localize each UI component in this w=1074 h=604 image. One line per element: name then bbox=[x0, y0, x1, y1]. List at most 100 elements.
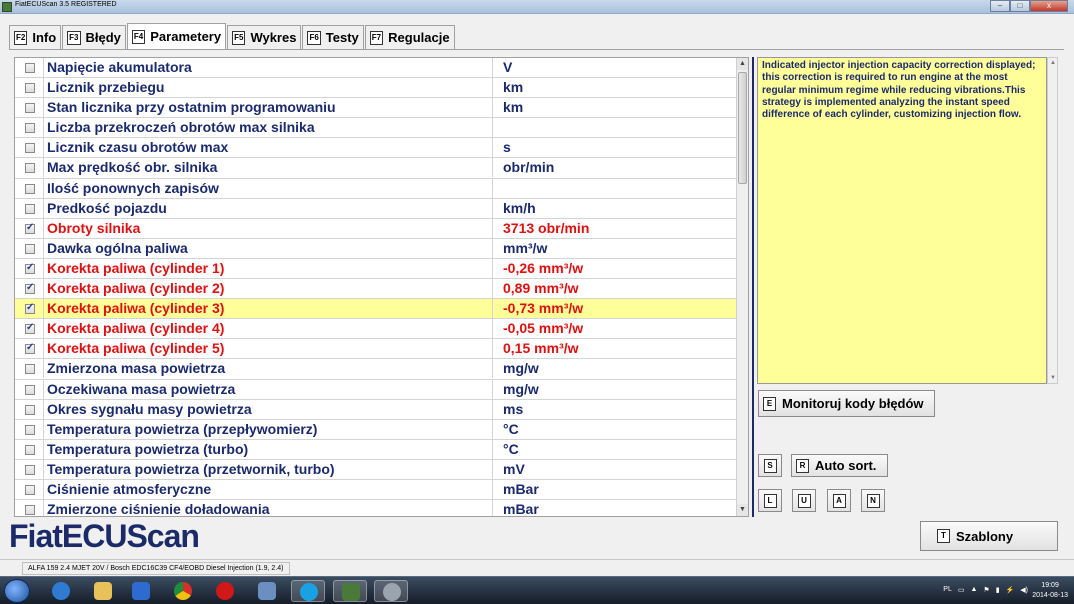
flag-icon[interactable]: ⚑ bbox=[983, 586, 989, 594]
parameter-checkbox[interactable] bbox=[25, 83, 35, 94]
maximize-button[interactable]: □ bbox=[1010, 0, 1030, 12]
parameter-checkbox[interactable] bbox=[25, 123, 35, 134]
parameter-value: km/h bbox=[503, 199, 536, 216]
parameter-checkbox[interactable] bbox=[25, 505, 35, 516]
n-button[interactable]: N bbox=[861, 489, 885, 512]
desc-scroll-up-icon[interactable]: ▲ bbox=[1048, 60, 1058, 66]
tray-clock[interactable]: 19:09 2014-08-13 bbox=[1032, 581, 1068, 601]
tab-parametery[interactable]: F4 Parametery bbox=[126, 23, 227, 49]
parameter-row[interactable]: Okres sygnału masy powietrza ms bbox=[15, 399, 748, 420]
parameter-checkbox[interactable] bbox=[25, 444, 35, 455]
a-button[interactable]: A bbox=[827, 489, 851, 512]
skype-taskbar-icon[interactable] bbox=[291, 580, 325, 602]
panel-splitter[interactable] bbox=[752, 57, 754, 517]
parameter-row[interactable]: Korekta paliwa (cylinder 5) 0,15 mm³/w bbox=[15, 339, 748, 360]
parameter-checkbox[interactable] bbox=[25, 464, 35, 475]
u-button[interactable]: U bbox=[792, 489, 816, 512]
tab-b-dy[interactable]: F3 Błędy bbox=[62, 25, 126, 49]
parameter-row[interactable]: Temperatura powietrza (przepływomierz) °C bbox=[15, 419, 748, 440]
parameter-row[interactable]: Ilość ponownych zapisów bbox=[15, 178, 748, 199]
chrome-taskbar-icon[interactable] bbox=[166, 580, 200, 602]
tab-regulacje[interactable]: F7 Regulacje bbox=[364, 25, 455, 49]
network-taskbar-icon[interactable] bbox=[250, 580, 284, 602]
parameter-checkbox[interactable] bbox=[25, 484, 35, 495]
parameter-value: km bbox=[503, 79, 524, 96]
ie-taskbar-icon[interactable] bbox=[44, 580, 78, 602]
parameter-checkbox[interactable] bbox=[25, 143, 35, 154]
parameter-row[interactable]: Obroty silnika 3713 obr/min bbox=[15, 218, 748, 239]
parameter-checkbox[interactable] bbox=[25, 302, 35, 315]
parameter-row[interactable]: Korekta paliwa (cylinder 1) -0,26 mm³/w bbox=[15, 258, 748, 280]
status-bar: ALFA 159 2.4 MJET 20V / Bosch EDC16C39 C… bbox=[0, 559, 1074, 576]
tray-expand-icon[interactable]: ▲ bbox=[970, 586, 977, 594]
l-button[interactable]: L bbox=[758, 489, 782, 512]
parameter-name: Predkość pojazdu bbox=[43, 198, 493, 218]
monitor-error-codes-button[interactable]: E Monitoruj kody błędów bbox=[758, 390, 935, 417]
parameter-row[interactable]: Liczba przekroczeń obrotów max silnika bbox=[15, 118, 748, 139]
language-indicator[interactable]: PL bbox=[943, 586, 952, 594]
parameter-row[interactable]: Temperatura powietrza (turbo) °C bbox=[15, 439, 748, 460]
keyboard-icon[interactable]: ▭ bbox=[958, 586, 965, 594]
parameter-row[interactable]: Stan licznika przy ostatnim programowani… bbox=[15, 98, 748, 119]
parameter-row[interactable]: Napięcie akumulatora V bbox=[15, 58, 748, 79]
parameter-checkbox[interactable] bbox=[25, 262, 35, 274]
parameter-checkbox[interactable] bbox=[25, 103, 35, 114]
parameter-row[interactable]: Korekta paliwa (cylinder 3) -0,73 mm³/w bbox=[15, 299, 748, 320]
media-player-taskbar-icon[interactable] bbox=[124, 580, 158, 602]
tab-label: Parametery bbox=[150, 29, 222, 44]
parameter-checkbox[interactable] bbox=[25, 424, 35, 435]
parameter-value: -0,73 mm³/w bbox=[503, 300, 584, 317]
parameter-checkbox[interactable] bbox=[25, 322, 35, 335]
parameter-row[interactable]: Ciśnienie atmosferyczne mBar bbox=[15, 479, 748, 501]
parameter-row[interactable]: Temperatura powietrza (przetwornik, turb… bbox=[15, 459, 748, 480]
s-button[interactable]: S bbox=[758, 454, 782, 477]
explorer-taskbar-icon[interactable] bbox=[86, 580, 120, 602]
parameter-checkbox[interactable] bbox=[25, 342, 35, 355]
parameter-checkbox[interactable] bbox=[25, 243, 35, 254]
parameter-row[interactable]: Dawka ogólna paliwa mm³/w bbox=[15, 238, 748, 259]
parameter-checkbox[interactable] bbox=[25, 384, 35, 395]
parameter-row[interactable]: Korekta paliwa (cylinder 2) 0,89 mm³/w bbox=[15, 279, 748, 300]
parameter-row[interactable]: Zmierzone ciśnienie doładowania mBar bbox=[15, 500, 748, 516]
parameter-checkbox[interactable] bbox=[25, 203, 35, 214]
battery-icon[interactable]: ▮ bbox=[996, 586, 1000, 594]
auto-sort-button[interactable]: R Auto sort. bbox=[791, 454, 888, 477]
tab-wykres[interactable]: F5 Wykres bbox=[227, 25, 302, 49]
parameter-checkbox[interactable] bbox=[25, 364, 35, 375]
tab-testy[interactable]: F6 Testy bbox=[302, 25, 364, 49]
parameter-checkbox[interactable] bbox=[25, 282, 35, 295]
start-button-icon[interactable] bbox=[4, 579, 30, 603]
opera-taskbar-icon[interactable] bbox=[208, 580, 242, 602]
scroll-up-icon[interactable]: ▲ bbox=[737, 58, 748, 70]
tab-info[interactable]: F2 Info bbox=[9, 25, 62, 49]
parameter-name: Napięcie akumulatora bbox=[43, 58, 493, 77]
tool-taskbar-icon[interactable] bbox=[374, 580, 408, 602]
fiatecuscan-taskbar-icon[interactable] bbox=[333, 580, 367, 602]
description-scrollbar[interactable]: ▲ ▼ bbox=[1047, 57, 1058, 384]
table-scrollbar[interactable]: ▲ ▼ bbox=[736, 58, 748, 516]
scroll-down-icon[interactable]: ▼ bbox=[737, 504, 748, 516]
key-r-badge: R bbox=[796, 458, 809, 473]
parameter-row[interactable]: Predkość pojazdu km/h bbox=[15, 198, 748, 219]
scroll-thumb[interactable] bbox=[738, 72, 747, 184]
desc-scroll-down-icon[interactable]: ▼ bbox=[1048, 375, 1058, 381]
templates-button[interactable]: T Szablony bbox=[920, 521, 1058, 551]
parameter-row[interactable]: Licznik czasu obrotów max s bbox=[15, 138, 748, 159]
parameter-row[interactable]: Korekta paliwa (cylinder 4) -0,05 mm³/w bbox=[15, 319, 748, 340]
parameter-row[interactable]: Oczekiwana masa powietrza mg/w bbox=[15, 379, 748, 400]
parameter-checkbox[interactable] bbox=[25, 183, 35, 194]
system-tray[interactable]: PL ▭ ▲ ⚑ ▮ ⚡ ◀) bbox=[943, 586, 1028, 594]
close-button[interactable]: x bbox=[1030, 0, 1068, 12]
tab-label: Testy bbox=[325, 30, 359, 45]
power-icon[interactable]: ⚡ bbox=[1006, 586, 1015, 594]
parameter-checkbox[interactable] bbox=[25, 63, 35, 73]
parameter-row[interactable]: Licznik przebiegu km bbox=[15, 78, 748, 99]
parameter-checkbox[interactable] bbox=[25, 404, 35, 415]
minimize-button[interactable]: – bbox=[990, 0, 1010, 12]
volume-icon[interactable]: ◀) bbox=[1020, 586, 1028, 594]
parameter-checkbox[interactable] bbox=[25, 222, 35, 234]
parameter-checkbox[interactable] bbox=[25, 163, 35, 174]
parameter-value: obr/min bbox=[503, 159, 555, 176]
parameter-row[interactable]: Max prędkość obr. silnika obr/min bbox=[15, 158, 748, 179]
parameter-row[interactable]: Zmierzona masa powietrza mg/w bbox=[15, 359, 748, 380]
